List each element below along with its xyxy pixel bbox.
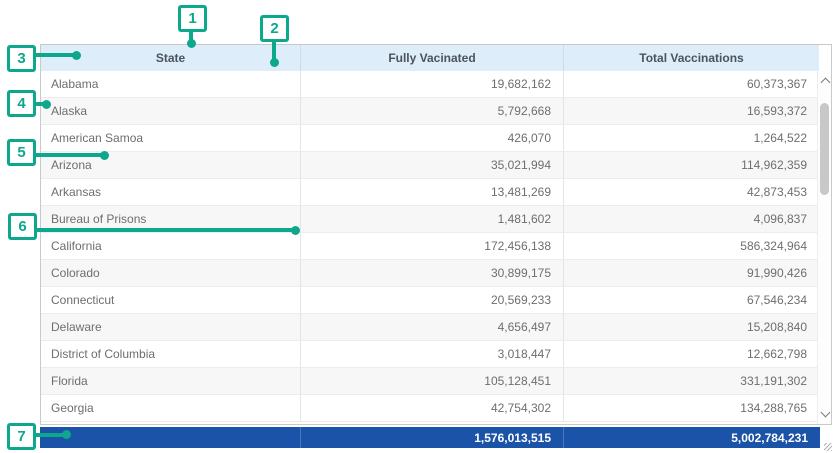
cell-total-vaccinations: 586,324,964	[564, 233, 819, 259]
cell-state: Alaska	[41, 98, 301, 124]
callout-3-stem	[35, 53, 75, 57]
callout-6: 6	[8, 213, 37, 240]
table-row[interactable]: Connecticut 20,569,233 67,546,234	[41, 287, 819, 314]
summary-row: 1,576,013,515 5,002,784,231	[40, 427, 820, 448]
header-scrollbar-cap	[819, 45, 831, 71]
table-body: Alabama 19,682,162 60,373,367 Alaska 5,7…	[41, 71, 831, 424]
table-row[interactable]: Alaska 5,792,668 16,593,372	[41, 98, 819, 125]
callout-4: 4	[7, 90, 36, 117]
cell-state: Georgia	[41, 395, 301, 421]
cell-fully-vaccinated: 19,682,162	[301, 71, 564, 97]
callout-7: 7	[7, 423, 36, 450]
callout-5-label: 5	[17, 144, 25, 161]
cell-fully-vaccinated: 30,899,175	[301, 260, 564, 286]
column-header-fully-vaccinated[interactable]: Fully Vacinated	[301, 45, 564, 71]
column-header-total-vaccinations[interactable]: Total Vaccinations	[564, 45, 819, 71]
table-row[interactable]: California 172,456,138 586,324,964	[41, 233, 819, 260]
callout-6-stem	[35, 228, 294, 232]
cell-total-vaccinations: 91,990,426	[564, 260, 819, 286]
callout-5-dot	[100, 151, 109, 160]
table-header: State Fully Vacinated Total Vaccinations	[41, 45, 831, 71]
cell-state: Delaware	[41, 314, 301, 340]
cell-total-vaccinations: 4,096,837	[564, 206, 819, 232]
summary-cell-total-vaccinations: 5,002,784,231	[563, 427, 820, 448]
table-row[interactable]: Georgia 42,754,302 134,288,765	[41, 395, 819, 422]
cell-fully-vaccinated: 426,070	[301, 125, 564, 151]
callout-5: 5	[7, 139, 36, 166]
callout-5-stem	[35, 153, 103, 157]
summary-cell-state	[40, 427, 300, 448]
cell-fully-vaccinated: 13,481,269	[301, 179, 564, 205]
table-row[interactable]: District of Columbia 3,018,447 12,662,79…	[41, 341, 819, 368]
cell-total-vaccinations: 60,373,367	[564, 71, 819, 97]
callout-3-label: 3	[17, 50, 25, 67]
cell-fully-vaccinated: 1,481,602	[301, 206, 564, 232]
cell-total-vaccinations: 134,288,765	[564, 395, 819, 421]
cell-fully-vaccinated: 105,128,451	[301, 368, 564, 394]
callout-6-label: 6	[18, 218, 26, 235]
cell-total-vaccinations: 331,191,302	[564, 368, 819, 394]
scroll-thumb[interactable]	[820, 103, 829, 195]
cell-fully-vaccinated: 20,569,233	[301, 287, 564, 313]
table-row[interactable]: Arkansas 13,481,269 42,873,453	[41, 179, 819, 206]
cell-total-vaccinations: 16,593,372	[564, 98, 819, 124]
cell-fully-vaccinated: 5,792,668	[301, 98, 564, 124]
callout-7-label: 7	[17, 428, 25, 445]
cell-state: Colorado	[41, 260, 301, 286]
attribute-table: State Fully Vacinated Total Vaccinations…	[40, 44, 832, 425]
table-row[interactable]: Colorado 30,899,175 91,990,426	[41, 260, 819, 287]
callout-7-stem	[35, 433, 65, 437]
cell-state: American Samoa	[41, 125, 301, 151]
cell-state: Alabama	[41, 71, 301, 97]
table-row[interactable]: Delaware 4,656,497 15,208,840	[41, 314, 819, 341]
callout-1: 1	[178, 5, 207, 32]
callout-2-label: 2	[270, 20, 278, 37]
scroll-down-icon[interactable]	[821, 408, 831, 418]
table-row[interactable]: Arizona 35,021,994 114,962,359	[41, 152, 819, 179]
table-row[interactable]: American Samoa 426,070 1,264,522	[41, 125, 819, 152]
table-row[interactable]: Alabama 19,682,162 60,373,367	[41, 71, 819, 98]
cell-state: Florida	[41, 368, 301, 394]
table-rows: Alabama 19,682,162 60,373,367 Alaska 5,7…	[41, 71, 819, 422]
resize-grip-icon[interactable]	[824, 443, 832, 451]
scroll-up-icon[interactable]	[821, 78, 831, 88]
callout-4-dot	[42, 100, 51, 109]
cell-state: Arkansas	[41, 179, 301, 205]
cell-total-vaccinations: 12,662,798	[564, 341, 819, 367]
cell-state: Connecticut	[41, 287, 301, 313]
cell-total-vaccinations: 67,546,234	[564, 287, 819, 313]
cell-fully-vaccinated: 35,021,994	[301, 152, 564, 178]
callout-3-dot	[72, 51, 81, 60]
callout-1-dot	[187, 39, 196, 48]
cell-fully-vaccinated: 172,456,138	[301, 233, 564, 259]
cell-total-vaccinations: 42,873,453	[564, 179, 819, 205]
callout-2-dot	[270, 58, 279, 67]
cell-total-vaccinations: 1,264,522	[564, 125, 819, 151]
callout-7-dot	[62, 430, 71, 439]
cell-fully-vaccinated: 4,656,497	[301, 314, 564, 340]
cell-fully-vaccinated: 42,754,302	[301, 395, 564, 421]
cell-total-vaccinations: 15,208,840	[564, 314, 819, 340]
vertical-scrollbar[interactable]	[817, 71, 831, 424]
cell-fully-vaccinated: 3,018,447	[301, 341, 564, 367]
callout-2: 2	[260, 15, 289, 42]
cell-state: California	[41, 233, 301, 259]
callout-6-dot	[291, 226, 300, 235]
summary-cell-fully-vaccinated: 1,576,013,515	[300, 427, 563, 448]
table-widget-screenshot: State Fully Vacinated Total Vaccinations…	[0, 0, 833, 453]
callout-1-label: 1	[188, 10, 196, 27]
cell-state: District of Columbia	[41, 341, 301, 367]
cell-total-vaccinations: 114,962,359	[564, 152, 819, 178]
table-row[interactable]: Florida 105,128,451 331,191,302	[41, 368, 819, 395]
callout-4-label: 4	[17, 95, 25, 112]
callout-3: 3	[7, 45, 36, 72]
